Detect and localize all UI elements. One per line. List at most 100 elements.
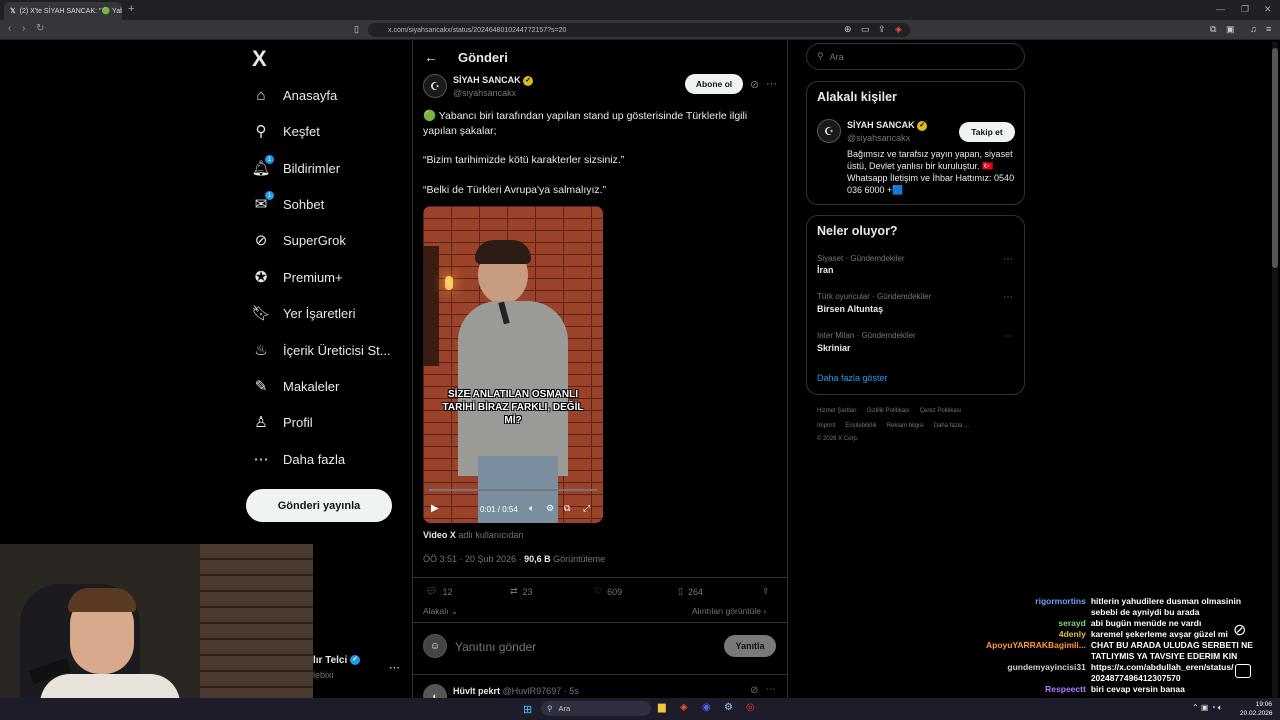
menu-icon[interactable]: ≡ — [1266, 24, 1271, 34]
brave-icon[interactable]: ◈ — [680, 702, 688, 713]
settings-icon[interactable]: ⚙ — [546, 503, 554, 514]
reply-action[interactable]: 💬︎ 12 — [426, 586, 452, 597]
trend-item[interactable]: Skriniar — [817, 343, 851, 353]
zoom-icon[interactable]: ⊕ — [844, 24, 852, 35]
new-tab-icon[interactable]: + — [128, 3, 134, 15]
video-attribution[interactable]: Video X adlı kullanıcıdan — [423, 530, 523, 540]
view-quotes-link[interactable]: Alıntıları görüntüle › — [692, 606, 766, 616]
sidebar-item-more[interactable]: ⋯ Daha fazla — [252, 445, 346, 473]
footer-link[interactable]: Hizmet Şartları — [817, 408, 857, 414]
trend-context: Siyaset · Gündemdekiler — [817, 254, 905, 263]
sidebar-item-chat[interactable]: ✉ 1 Sohbet — [252, 190, 324, 218]
cast-icon[interactable]: ▭ — [861, 24, 870, 35]
trend-item[interactable]: İran — [817, 265, 834, 275]
search-placeholder: Ara — [829, 51, 844, 62]
post-text-line-1: 🟢 Yabancı biri tarafından yapılan stand … — [423, 110, 748, 137]
like-action[interactable]: ♡ 609 — [594, 586, 622, 597]
trend-menu-icon[interactable]: ⋯ — [1003, 331, 1013, 342]
footer-link[interactable]: Erişilebilirlik — [845, 423, 876, 429]
reply-input[interactable]: Yanıtını gönder — [455, 640, 536, 654]
search-field[interactable]: ⚲ Ara — [806, 43, 1025, 70]
chat-username — [986, 607, 1086, 617]
forward-icon[interactable]: › — [22, 23, 25, 34]
taskbar-search[interactable]: ⚲ Ara — [541, 701, 651, 716]
sidebar-item-explore[interactable]: ⚲ Keşfet — [252, 117, 320, 145]
reload-icon[interactable]: ↻ — [36, 23, 44, 34]
obs-icon[interactable]: ◎ — [746, 702, 755, 713]
back-arrow-icon[interactable]: ← — [424, 49, 438, 65]
trend-menu-icon[interactable]: ⋯ — [1003, 254, 1013, 265]
footer-link[interactable]: Reklam bilgisi — [887, 423, 924, 429]
account-name[interactable]: lır Telci ✓ — [313, 655, 361, 666]
person-avatar[interactable]: ☪ — [817, 119, 841, 143]
x-logo-icon[interactable]: X — [252, 46, 267, 72]
pip-icon[interactable]: ⧉ — [564, 503, 570, 514]
url-field[interactable]: x.com/siyahsancakx/status/20246480102447… — [368, 23, 910, 37]
play-icon[interactable]: ▶ — [431, 503, 439, 514]
browser-tab[interactable]: 𝕏 (2) X'te SİYAH SANCAK: "🟢 Yab... ✕ — [4, 2, 122, 20]
footer-link[interactable]: Çerez Politikası — [920, 408, 962, 414]
bookshelf — [200, 544, 313, 720]
video-progress-track[interactable] — [429, 489, 597, 491]
messages-float-icon[interactable] — [1235, 664, 1251, 678]
footer-links-row-2: Imprint Erişilebilirlik Reklam bilgisi D… — [817, 423, 969, 429]
footer-link[interactable]: Gizlilik Politikası — [867, 408, 910, 414]
sidebar-item-creator-studio[interactable]: ♨ İçerik Üreticisi St... — [252, 336, 390, 364]
taskbar-search-text: Ara — [558, 704, 571, 713]
trend-item[interactable]: Birsen Altuntaş — [817, 304, 883, 314]
video-player[interactable]: SİZE ANLATILAN OSMANLI TARİHİ BİRAZ FARK… — [423, 206, 603, 523]
post-button[interactable]: Gönderi yayınla — [246, 489, 392, 522]
bookmark-action[interactable]: ▯ 264 — [678, 586, 703, 597]
sidebar-item-premium[interactable]: ✪ Premium+ — [252, 263, 343, 291]
related-dropdown[interactable]: Alakalı ⌄ — [423, 606, 458, 617]
sidebar-item-articles[interactable]: ✎ Makaleler — [252, 372, 340, 400]
windows-start-icon[interactable]: ⊞ — [523, 703, 532, 716]
reply-button[interactable]: Yanıtla — [724, 635, 776, 657]
close-window-icon[interactable]: ✕ — [1264, 4, 1272, 15]
grok-float-icon[interactable]: ⊘ — [1233, 620, 1246, 640]
grok-icon[interactable]: ⊘ — [750, 78, 759, 91]
bookmark-page-icon[interactable]: ▯ — [354, 24, 359, 35]
fullscreen-icon[interactable]: ⤢ — [583, 503, 590, 514]
sidebar-item-home[interactable]: ⌂ Anasayfa — [252, 81, 337, 109]
volume-icon[interactable]: 🔈︎ — [529, 503, 534, 514]
sidebar-item-notifications[interactable]: 🔔︎ 1 Bildirimler — [251, 154, 341, 182]
author-name-row[interactable]: SİYAH SANCAK ✓ — [453, 75, 534, 86]
clock[interactable]: 19:06 20.02.2026 — [1240, 700, 1273, 718]
footer-link[interactable]: Imprint — [817, 423, 835, 429]
user-avatar[interactable]: ☺ — [423, 634, 447, 658]
maximize-icon[interactable]: ❐ — [1241, 4, 1249, 15]
steam-icon[interactable]: ⚙ — [724, 702, 733, 713]
back-icon[interactable]: ‹ — [8, 23, 11, 34]
sidebar-item-bookmarks[interactable]: 🔖︎ Yer İşaretleri — [251, 299, 355, 327]
person-name-row[interactable]: SİYAH SANCAK ✓ — [847, 120, 928, 131]
sidebar-item-supergrok[interactable]: ⊘ SuperGrok — [252, 226, 346, 254]
sidebar-item-label: Bildirimler — [283, 160, 341, 176]
reply-author-row[interactable]: Hüvlt pekrt @HuvlR97697 · 5s — [453, 686, 579, 696]
share-icon[interactable]: ⇪ — [878, 24, 886, 35]
music-icon[interactable]: ♫ — [1250, 24, 1257, 34]
discord-icon[interactable]: ◉ — [702, 702, 711, 713]
show-more-link[interactable]: Daha fazla göster — [817, 373, 888, 383]
account-menu-icon[interactable]: ⋯ — [389, 661, 400, 674]
wallet-icon[interactable]: ▣ — [1226, 24, 1235, 35]
performer-hair — [475, 240, 531, 264]
profile-icon: ♙ — [254, 414, 268, 431]
subscribe-button[interactable]: Abone ol — [685, 74, 743, 94]
file-explorer-icon[interactable]: ▆ — [658, 702, 666, 713]
trend-menu-icon[interactable]: ⋯ — [1003, 292, 1013, 303]
repost-action[interactable]: ⇄ 23 — [510, 586, 533, 597]
tray-icons[interactable]: ⌃ ▣ ◔ 🔈︎ — [1192, 703, 1223, 713]
extensions-icon[interactable]: ⧉ — [1210, 24, 1216, 35]
scrollbar-thumb[interactable] — [1272, 48, 1278, 268]
sidebar-item-profile[interactable]: ♙ Profil — [252, 408, 312, 436]
follow-button[interactable]: Takip et — [959, 122, 1015, 142]
share-action[interactable]: ⇪ — [762, 586, 770, 597]
author-avatar[interactable]: ☪ — [423, 74, 447, 98]
reply-menu-icon[interactable]: ⋯ — [766, 684, 776, 695]
brave-shield-icon[interactable]: ◈ — [895, 24, 902, 35]
post-menu-icon[interactable]: ⋯ — [766, 77, 777, 90]
footer-link[interactable]: Daha fazla ... — [934, 423, 969, 429]
minimize-icon[interactable]: — — [1216, 4, 1225, 14]
grok-icon[interactable]: ⊘ — [750, 685, 758, 696]
